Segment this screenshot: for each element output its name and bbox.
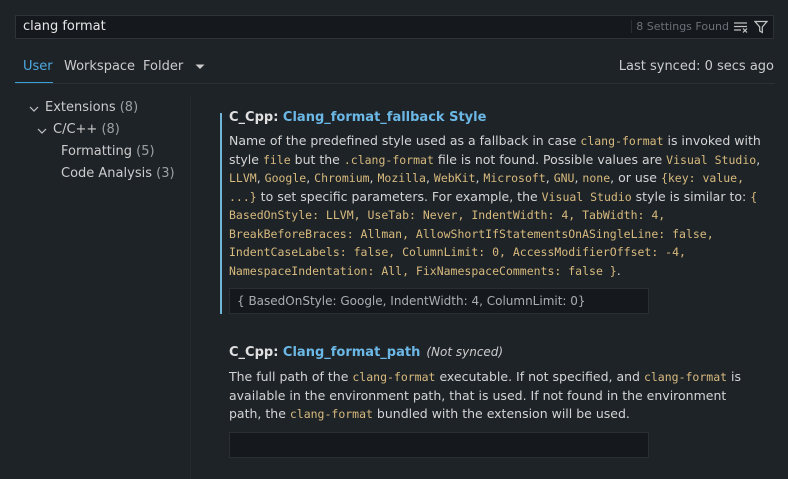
- toc-count: (5): [136, 144, 155, 159]
- setting-title: C_Cpp: Clang_format_fallback Style: [229, 110, 486, 125]
- toc-count: (8): [119, 100, 139, 115]
- not-synced-label: (Not synced): [426, 345, 504, 359]
- toc-item-extensions[interactable]: Extensions (8): [20, 100, 138, 115]
- tabs-divider: [15, 83, 775, 84]
- toc-item-cpp[interactable]: C/C++ (8): [20, 122, 120, 137]
- clang-format-path-input[interactable]: [229, 432, 649, 458]
- toc-item-formatting[interactable]: Formatting (5): [61, 144, 155, 159]
- chevron-down-icon: [195, 64, 205, 69]
- setting-category: C_Cpp:: [229, 110, 283, 125]
- setting-description: Name of the predefined style used as a f…: [229, 133, 761, 278]
- chevron-down-icon: [29, 106, 39, 112]
- setting-name: Clang_format_path: [282, 345, 421, 360]
- search-query[interactable]: clang format: [23, 19, 106, 34]
- setting-category: C_Cpp:: [229, 345, 283, 360]
- tab-folder[interactable]: Folder: [143, 59, 205, 74]
- toc-label: Formatting: [61, 144, 133, 159]
- fallback-style-input[interactable]: { BasedOnStyle: Google, IndentWidth: 4, …: [229, 288, 649, 314]
- setting-name: Clang_format_fallback Style: [282, 110, 487, 125]
- results-count-badge: 8 Settings Found: [631, 20, 729, 33]
- filter-icon[interactable]: [753, 19, 769, 35]
- settings-search-input[interactable]: clang format 8 Settings Found: [15, 15, 774, 39]
- toc-label: C/C++: [53, 122, 98, 137]
- focused-setting-indicator: [220, 113, 222, 314]
- tab-user[interactable]: User: [23, 59, 53, 74]
- toc-divider: [190, 97, 191, 479]
- clear-filter-icon[interactable]: [733, 19, 749, 35]
- tab-folder-label: Folder: [143, 59, 184, 74]
- toc-count: (8): [101, 122, 120, 137]
- setting-description: The full path of the clang-format execut…: [229, 369, 742, 421]
- setting-title: C_Cpp: Clang_format_path (Not synced): [229, 345, 503, 360]
- tab-workspace[interactable]: Workspace: [64, 59, 135, 74]
- chevron-down-icon: [37, 128, 47, 134]
- toc-label: Extensions: [45, 100, 116, 115]
- last-synced-status: Last synced: 0 secs ago: [618, 59, 774, 74]
- toc-label: Code Analysis: [61, 166, 152, 181]
- toc-item-code-analysis[interactable]: Code Analysis (3): [61, 166, 175, 181]
- toc-count: (3): [156, 166, 175, 181]
